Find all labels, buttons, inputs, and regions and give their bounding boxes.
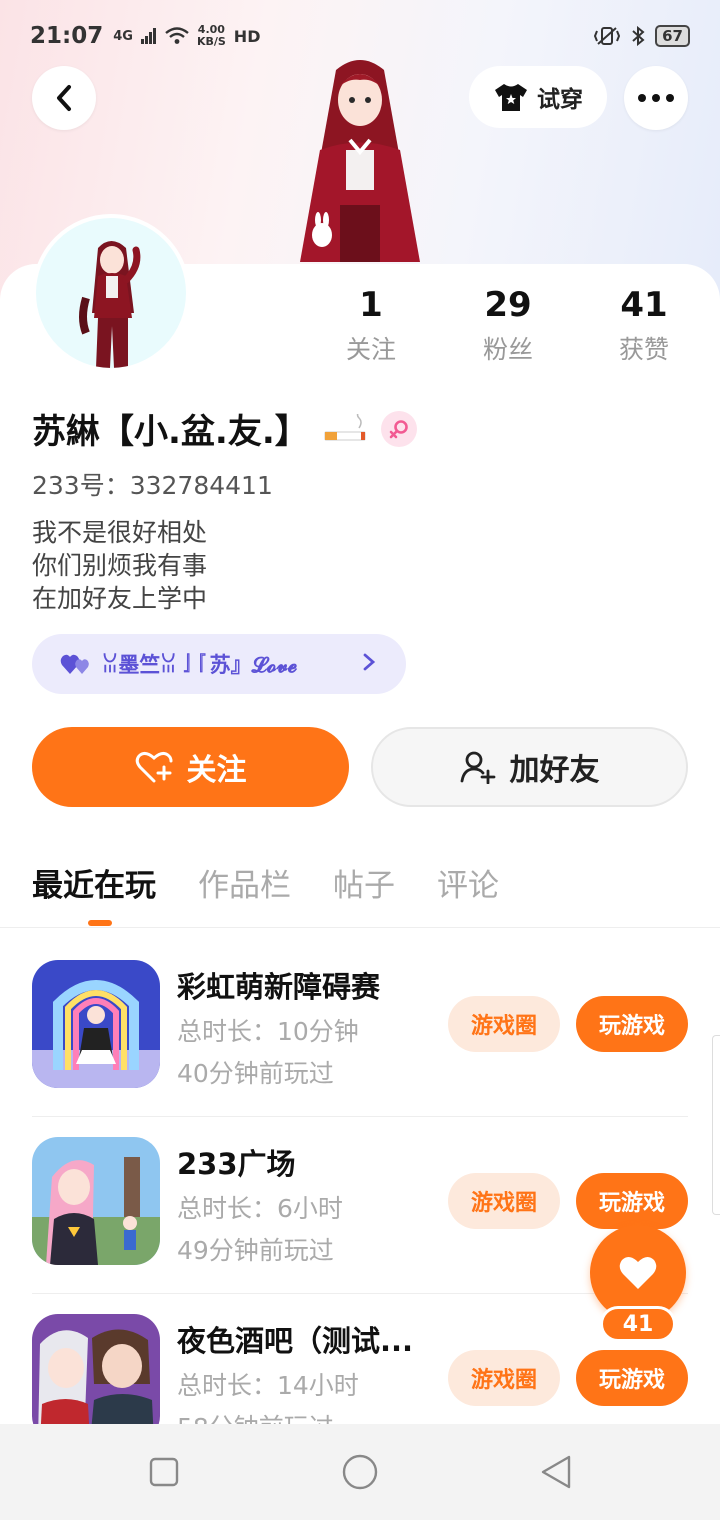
game-title: 彩虹萌新障碍赛 — [177, 970, 381, 1004]
tab-posts[interactable]: 帖子 — [333, 860, 395, 905]
play-game-button[interactable]: 玩游戏 — [576, 996, 688, 1052]
status-bar: 21:07 4G 4.00 KB/S HD 67 — [0, 0, 720, 72]
recents-button[interactable] — [144, 1452, 184, 1492]
stat-likes-value: 41 — [620, 285, 668, 325]
play-game-button[interactable]: 玩游戏 — [576, 1173, 688, 1229]
game-circle-button[interactable]: 游戏圈 — [448, 1350, 560, 1406]
stat-following-label: 关注 — [345, 335, 396, 364]
chevron-right-icon — [362, 650, 376, 678]
play-game-button[interactable]: 玩游戏 — [576, 1350, 688, 1406]
tabs-divider — [0, 927, 720, 928]
game-duration: 总时长：6小时 — [177, 1194, 343, 1223]
game-row[interactable]: 彩虹萌新障碍赛 总时长：10分钟 40分钟前玩过 游戏圈 玩游戏 — [0, 940, 720, 1117]
signal-icon — [140, 28, 156, 44]
shirt-icon — [495, 84, 527, 111]
vibrate-icon — [594, 27, 621, 45]
triangle-back-icon — [541, 1455, 571, 1489]
add-user-icon — [460, 751, 495, 784]
tab-indicator — [88, 920, 112, 926]
tab-comments[interactable]: 评论 — [437, 860, 499, 905]
user-id: 233号：332784411 — [32, 471, 273, 500]
battery-indicator: 67 — [655, 25, 690, 47]
bio-line: 你们别烦我有事 — [32, 551, 208, 580]
back-button[interactable] — [32, 66, 96, 130]
game-last-played: 58分钟前玩过 — [177, 1408, 334, 1424]
relation-tag-label: ꈍ墨竺ꈍ』『苏』𝓛𝓸𝓿𝓮 — [102, 653, 298, 677]
bluetooth-icon — [632, 26, 645, 46]
wifi-icon — [165, 27, 189, 44]
game-circle-button[interactable]: 游戏圈 — [448, 996, 560, 1052]
try-on-label: 试穿 — [537, 87, 583, 113]
status-left-icons: 4G 4.00 KB/S HD — [113, 24, 260, 48]
scroll-edge-handle[interactable] — [712, 1035, 720, 1215]
try-on-button[interactable]: 试穿 — [469, 66, 607, 128]
game-thumbnail[interactable] — [32, 960, 160, 1088]
cigarette-icon — [324, 413, 366, 440]
tab-works[interactable]: 作品栏 — [198, 860, 291, 905]
follow-label: 关注 — [186, 753, 247, 788]
game-title: 233广场 — [177, 1147, 296, 1181]
network-type: 4G — [113, 28, 133, 44]
game-last-played: 49分钟前玩过 — [177, 1236, 334, 1265]
stat-following[interactable]: 1 关注 — [306, 284, 436, 366]
bio-line: 在加好友上学中 — [32, 584, 208, 613]
back-nav-button[interactable] — [536, 1452, 576, 1492]
bio: 我不是很好相处 你们别烦我有事 在加好友上学中 — [32, 516, 207, 615]
profile-tabs: 最近在玩 作品栏 帖子 评论 — [32, 860, 499, 905]
hd-icon: HD — [233, 26, 261, 46]
double-heart-icon — [60, 654, 89, 674]
more-button[interactable] — [624, 66, 688, 130]
game-duration: 总时长：14小时 — [177, 1371, 359, 1400]
game-circle-button[interactable]: 游戏圈 — [448, 1173, 560, 1229]
stat-following-value: 1 — [359, 285, 383, 325]
game-thumbnail[interactable] — [32, 1137, 160, 1265]
game-last-played: 40分钟前玩过 — [177, 1059, 334, 1088]
status-right-icons: 67 — [593, 25, 690, 47]
stat-fans-label: 粉丝 — [482, 335, 533, 364]
heart-plus-icon — [135, 751, 172, 783]
add-friend-button[interactable]: 加好友 — [371, 727, 688, 807]
home-button[interactable] — [340, 1452, 380, 1492]
username-row: 苏綝【小.盆.友.】 — [32, 404, 417, 453]
square-icon — [149, 1457, 179, 1487]
game-title: 夜色酒吧（测试... — [177, 1324, 414, 1358]
system-nav-bar — [0, 1424, 720, 1520]
game-duration: 总时长：10分钟 — [177, 1017, 359, 1046]
follow-button[interactable]: 关注 — [32, 727, 349, 807]
avatar-figure — [79, 241, 141, 368]
game-thumbnail[interactable] — [32, 1314, 160, 1424]
tab-recently-played[interactable]: 最近在玩 — [32, 860, 156, 905]
stat-fans[interactable]: 29 粉丝 — [443, 284, 573, 366]
status-time: 21:07 — [30, 23, 104, 49]
bio-line: 我不是很好相处 — [32, 518, 208, 547]
network-speed: 4.00 KB/S — [197, 24, 226, 48]
relation-tag[interactable]: ꈍ墨竺ꈍ』『苏』𝓛𝓸𝓿𝓮 — [32, 634, 406, 694]
more-dots-icon — [638, 94, 674, 102]
game-list: 彩虹萌新障碍赛 总时长：10分钟 40分钟前玩过 游戏圈 玩游戏 233广场 总… — [0, 940, 720, 1424]
avatar[interactable] — [32, 214, 190, 372]
heart-icon — [619, 1256, 657, 1289]
stat-likes[interactable]: 41 获赞 — [579, 284, 709, 366]
female-icon — [380, 410, 417, 447]
speed-unit: KB/S — [196, 35, 226, 48]
like-count: 41 — [600, 1306, 676, 1342]
circle-icon — [342, 1454, 378, 1490]
stat-likes-label: 获赞 — [618, 335, 669, 364]
chevron-left-icon — [57, 85, 71, 111]
add-friend-label: 加好友 — [509, 753, 600, 788]
username: 苏綝【小.盆.友.】 — [32, 412, 309, 452]
stat-fans-value: 29 — [484, 285, 532, 325]
